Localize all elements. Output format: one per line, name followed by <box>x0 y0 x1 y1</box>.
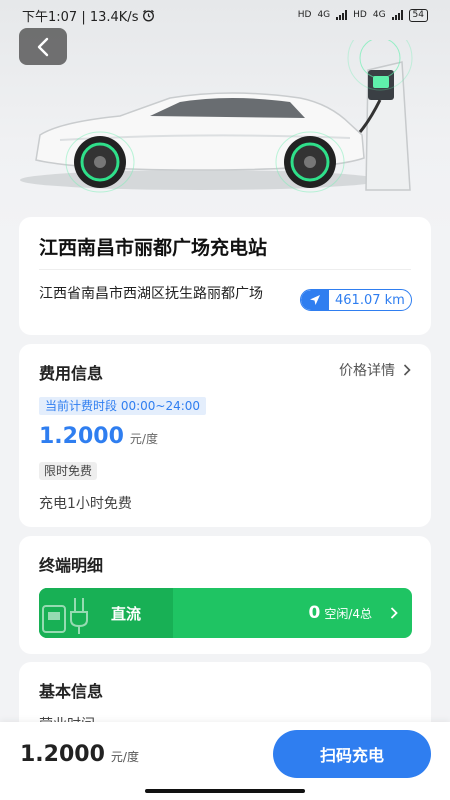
terminal-card: 终端明细 直流 0 空闲/4总 <box>19 536 431 654</box>
availability-label: 空闲/4总 <box>324 606 372 621</box>
chevron-right-icon <box>403 364 411 376</box>
navigation-arrow-icon <box>301 290 329 310</box>
navigate-distance-button[interactable]: 461.07 km <box>300 289 412 311</box>
free-promo-text: 充电1小时免费 <box>39 496 132 512</box>
scan-to-charge-button[interactable]: 扫码充电 <box>273 730 431 778</box>
back-button[interactable] <box>19 28 67 65</box>
price-detail-label: 价格详情 <box>339 363 395 379</box>
car-charger-illustration <box>20 40 413 193</box>
price-unit: 元/度 <box>129 432 158 446</box>
bottom-price-unit: 元/度 <box>110 750 139 764</box>
status-time: 下午1:07 | 13.4K/s <box>22 9 139 25</box>
station-name: 江西南昌市丽都广场充电站 <box>39 237 268 259</box>
home-indicator <box>145 789 305 793</box>
chevron-right-icon <box>390 607 398 619</box>
alarm-icon <box>143 9 155 21</box>
chevron-left-icon <box>37 37 49 56</box>
terminal-type-label: 直流 <box>111 604 142 623</box>
hero-banner <box>0 0 450 240</box>
current-price: 1.2000 元/度 <box>39 424 158 449</box>
terminal-section-title: 终端明细 <box>39 556 104 575</box>
terminal-availability: 0 空闲/4总 <box>173 603 412 623</box>
price-detail-link[interactable]: 价格详情 <box>339 360 411 380</box>
network-label-1: 4G <box>317 10 331 20</box>
free-promo-tag: 限时免费 <box>39 462 98 480</box>
station-card: 江西南昌市丽都广场充电站 江西省南昌市西湖区抚生路丽都广场 461.07 km <box>19 217 431 335</box>
terminal-type-block: 直流 <box>39 588 173 638</box>
status-bar: 下午1:07 | 13.4K/s HD 4G HD 4G 54 <box>0 0 450 30</box>
divider <box>39 269 411 270</box>
distance-value: 461.07 km <box>335 292 405 308</box>
signal-icon-1 <box>336 10 348 20</box>
hd-label-2: HD <box>353 10 367 20</box>
network-label-2: 4G <box>372 10 386 20</box>
basic-section-title: 基本信息 <box>39 682 104 701</box>
hd-label-1: HD <box>297 10 312 20</box>
battery-icon: 54 <box>408 8 428 22</box>
station-address: 江西省南昌市西湖区抚生路丽都广场 <box>39 286 263 302</box>
fee-card: 费用信息 价格详情 当前计费时段 00:00~24:00 1.2000 元/度 … <box>19 344 431 527</box>
free-count: 0 <box>308 603 321 623</box>
bottom-price: 1.2000 元/度 <box>20 742 139 767</box>
dc-terminal-row[interactable]: 直流 0 空闲/4总 <box>39 588 412 638</box>
billing-period-tag: 当前计费时段 00:00~24:00 <box>39 397 207 415</box>
signal-icon-2 <box>391 10 403 20</box>
fee-section-title: 费用信息 <box>39 364 104 383</box>
bottom-price-value: 1.2000 <box>20 742 105 767</box>
charging-plug-icon <box>42 598 88 634</box>
price-value: 1.2000 <box>39 424 124 449</box>
